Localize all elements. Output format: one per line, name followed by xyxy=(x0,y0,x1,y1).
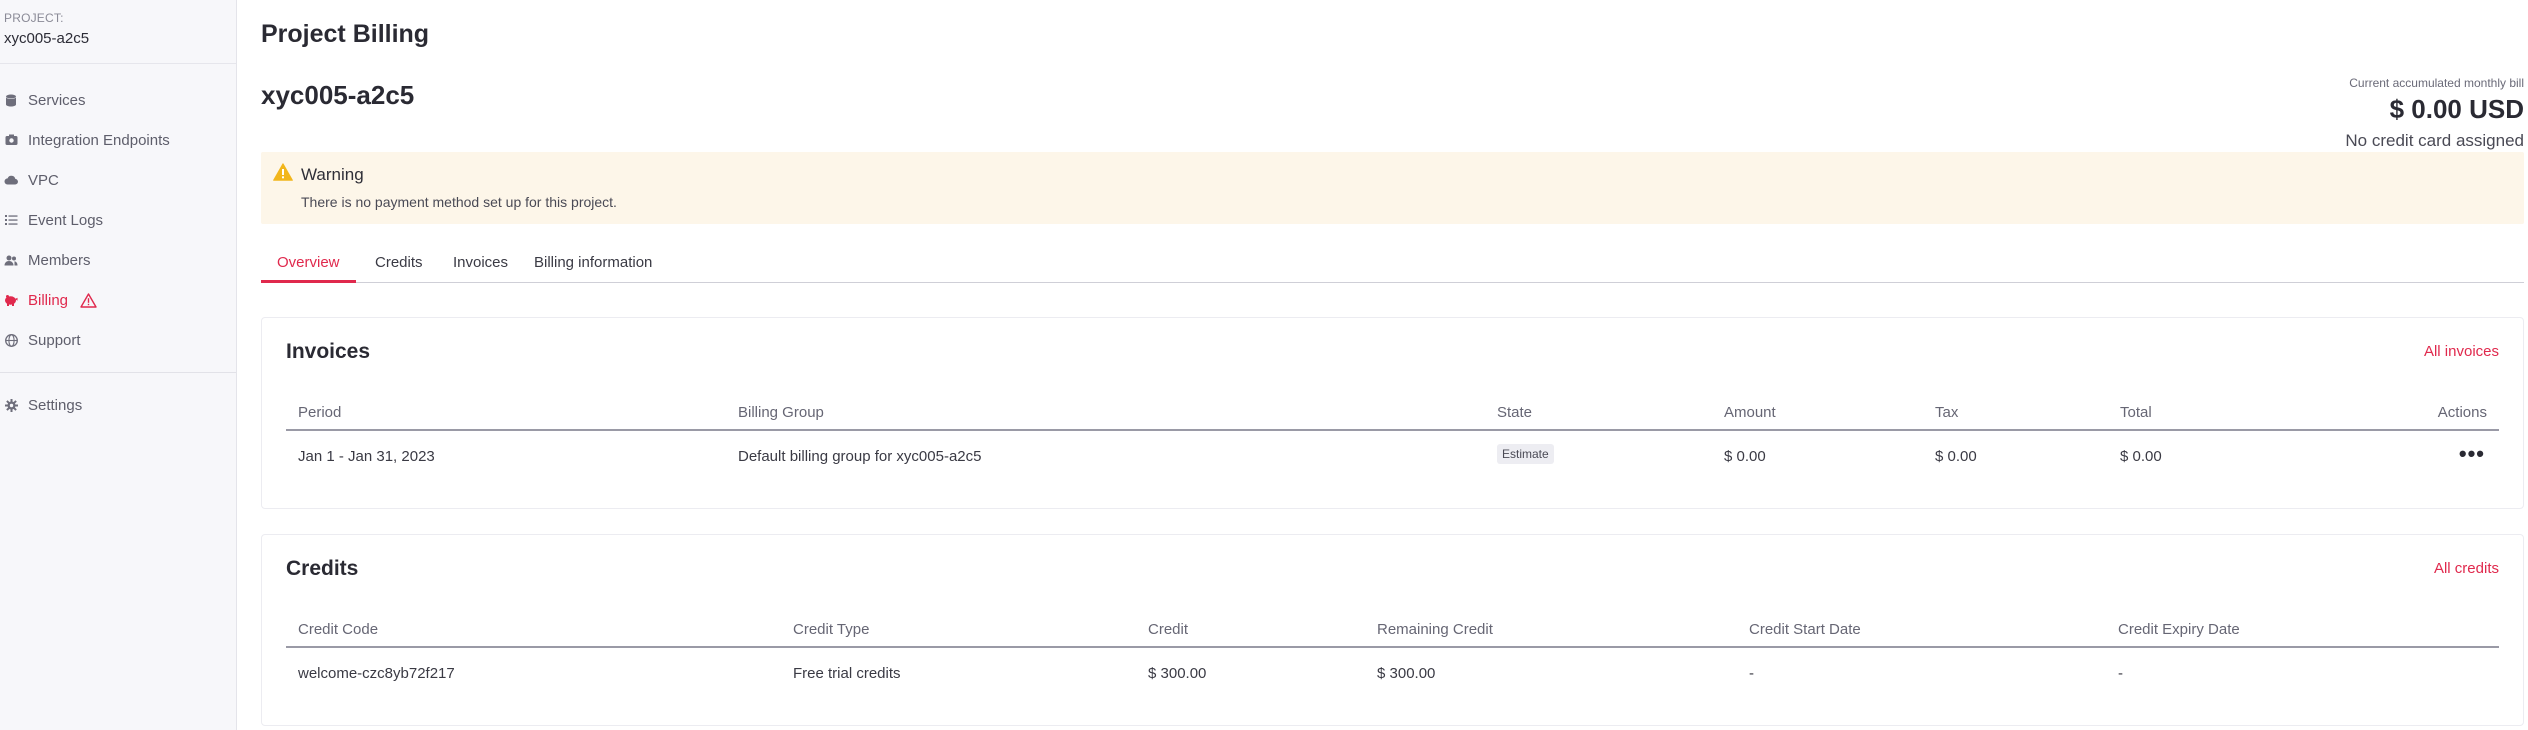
invoice-billing-group[interactable]: Default billing group for xyc005-a2c5 xyxy=(738,448,981,465)
warning-icon xyxy=(273,163,293,186)
sidebar-item-label: Services xyxy=(28,91,86,109)
users-icon xyxy=(4,253,18,267)
credit-value: $ 300.00 xyxy=(1148,665,1207,682)
credits-table-header: Credit Code Credit Type Credit Remaining… xyxy=(286,608,2499,648)
sidebar-item-label: VPC xyxy=(28,171,59,189)
credit-expiry-date: - xyxy=(2118,665,2123,682)
invoices-table-header: Period Billing Group State Amount Tax To… xyxy=(286,391,2499,431)
invoices-title: Invoices xyxy=(286,340,371,363)
status-badge: Estimate xyxy=(1497,444,1554,464)
main-content: Project Billing xyc005-a2c5 Current accu… xyxy=(237,0,2528,730)
project-name[interactable]: xyc005-a2c5 xyxy=(4,30,236,47)
invoice-tax: $ 0.00 xyxy=(1935,448,1977,465)
all-credits-link[interactable]: All credits xyxy=(2434,560,2499,577)
sidebar-item-settings[interactable]: Settings xyxy=(0,389,236,421)
page-title: Project Billing xyxy=(261,20,430,48)
database-icon xyxy=(4,93,18,107)
sidebar-item-label: Support xyxy=(28,331,81,349)
column-header[interactable]: Credit Code xyxy=(298,621,378,638)
invoice-total: $ 0.00 xyxy=(2120,448,2162,465)
tab-billing-information[interactable]: Billing information xyxy=(518,248,668,283)
invoice-amount: $ 0.00 xyxy=(1724,448,1766,465)
project-heading: xyc005-a2c5 xyxy=(261,80,415,110)
monthly-bill-summary: Current accumulated monthly bill $ 0.00 … xyxy=(2345,76,2524,151)
project-header: PROJECT: xyc005-a2c5 xyxy=(0,0,236,64)
sidebar-item-label: Members xyxy=(28,251,91,269)
column-header[interactable]: Credit xyxy=(1148,621,1188,638)
column-header[interactable]: State xyxy=(1497,404,1532,421)
column-header[interactable]: Period xyxy=(298,404,341,421)
sidebar-divider xyxy=(0,372,236,373)
sidebar-item-integration-endpoints[interactable]: Integration Endpoints xyxy=(0,124,236,156)
column-header[interactable]: Remaining Credit xyxy=(1377,621,1493,638)
sidebar-item-billing[interactable]: Billing xyxy=(0,284,236,316)
sidebar-item-label: Billing xyxy=(28,291,69,309)
more-actions-icon[interactable]: ••• xyxy=(2459,441,2485,467)
column-header[interactable]: Amount xyxy=(1724,404,1776,421)
column-header: Actions xyxy=(2437,404,2487,421)
sidebar-item-label: Event Logs xyxy=(28,211,104,229)
sidebar-item-services[interactable]: Services xyxy=(0,84,236,116)
column-header[interactable]: Credit Type xyxy=(793,621,869,638)
tab-credits[interactable]: Credits xyxy=(359,248,439,283)
sidebar-item-event-logs[interactable]: Event Logs xyxy=(0,204,236,236)
credits-title: Credits xyxy=(286,557,359,580)
sidebar-item-support[interactable]: Support xyxy=(0,324,236,356)
bill-note: No credit card assigned xyxy=(2345,131,2524,150)
table-row[interactable]: welcome-czc8yb72f217 Free trial credits … xyxy=(286,650,2499,698)
gear-icon xyxy=(4,398,18,412)
payment-warning-banner: Warning There is no payment method set u… xyxy=(261,152,2524,224)
sidebar-item-members[interactable]: Members xyxy=(0,244,236,276)
credit-type: Free trial credits xyxy=(793,665,901,682)
bill-amount: $ 0.00 USD xyxy=(2389,94,2524,124)
invoice-period: Jan 1 - Jan 31, 2023 xyxy=(298,448,435,465)
warning-text: There is no payment method set up for th… xyxy=(301,194,617,210)
sidebar-item-label: Settings xyxy=(28,396,83,414)
camera-icon xyxy=(4,133,18,147)
sidebar: PROJECT: xyc005-a2c5 Services Integratio… xyxy=(0,0,237,730)
globe-icon xyxy=(4,333,18,347)
remaining-credit: $ 300.00 xyxy=(1377,665,1436,682)
billing-tabs: Overview Credits Invoices Billing inform… xyxy=(261,248,2524,283)
tab-invoices[interactable]: Invoices xyxy=(437,248,524,283)
column-header[interactable]: Credit Expiry Date xyxy=(2118,621,2240,638)
column-header[interactable]: Billing Group xyxy=(738,404,824,421)
bill-caption: Current accumulated monthly bill xyxy=(2349,76,2524,90)
all-invoices-link[interactable]: All invoices xyxy=(2424,343,2499,360)
piggy-bank-icon xyxy=(4,293,18,307)
column-header[interactable]: Tax xyxy=(1935,404,1958,421)
invoices-card: Invoices All invoices Period Billing Gro… xyxy=(261,317,2524,509)
sidebar-item-vpc[interactable]: VPC xyxy=(0,164,236,196)
tab-overview[interactable]: Overview xyxy=(261,248,356,283)
table-row[interactable]: Jan 1 - Jan 31, 2023 Default billing gro… xyxy=(286,433,2499,481)
list-icon xyxy=(4,213,18,227)
warning-title: Warning xyxy=(301,165,364,184)
cloud-icon xyxy=(4,173,18,187)
warning-triangle-icon xyxy=(80,292,97,308)
column-header[interactable]: Credit Start Date xyxy=(1749,621,1861,638)
credit-start-date: - xyxy=(1749,665,1754,682)
credit-code: welcome-czc8yb72f217 xyxy=(298,665,455,682)
column-header[interactable]: Total xyxy=(2120,404,2152,421)
invoice-state-cell: Estimate xyxy=(1497,444,1554,464)
sidebar-item-label: Integration Endpoints xyxy=(28,131,170,149)
credits-card: Credits All credits Credit Code Credit T… xyxy=(261,534,2524,726)
project-caption: PROJECT: xyxy=(4,11,64,25)
